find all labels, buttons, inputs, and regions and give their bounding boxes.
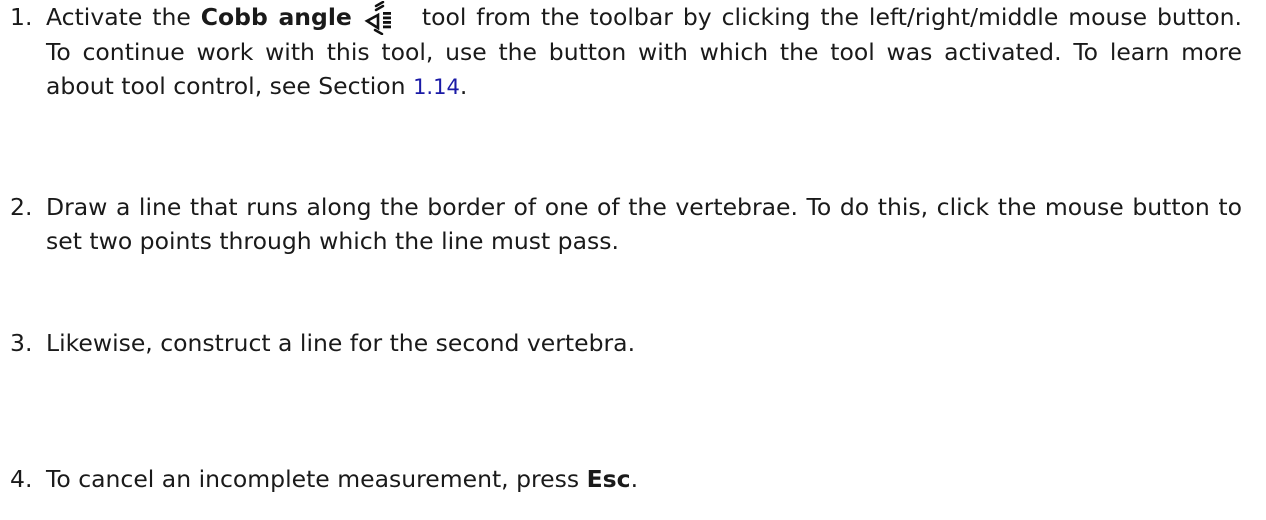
step-text: Activate the Cobb angle tool from the to… [46,0,1242,104]
step-number: 2. [10,193,33,221]
step-text-end: . [459,72,468,100]
step-text-end: . [630,465,639,493]
step-number: 4. [10,465,33,493]
instruction-list: 1. Activate the Cobb angle tool from the… [0,0,1266,520]
section-link[interactable]: 1.14 [413,75,460,99]
esc-key: Esc [586,465,631,493]
step-text: Likewise, construct a line for the secon… [46,329,636,357]
tool-name: Cobb angle [200,3,352,31]
step-number: 1. [10,3,33,31]
cobb-angle-icon [364,0,396,36]
step-text-pre: To cancel an incomplete measurement, pre… [46,465,587,493]
step-text: Draw a line that runs along the border o… [46,193,1242,255]
step-number: 3. [10,329,33,357]
step-text: To cancel an incomplete measurement, pre… [46,462,1242,496]
step-text-pre: Activate the [46,3,201,31]
